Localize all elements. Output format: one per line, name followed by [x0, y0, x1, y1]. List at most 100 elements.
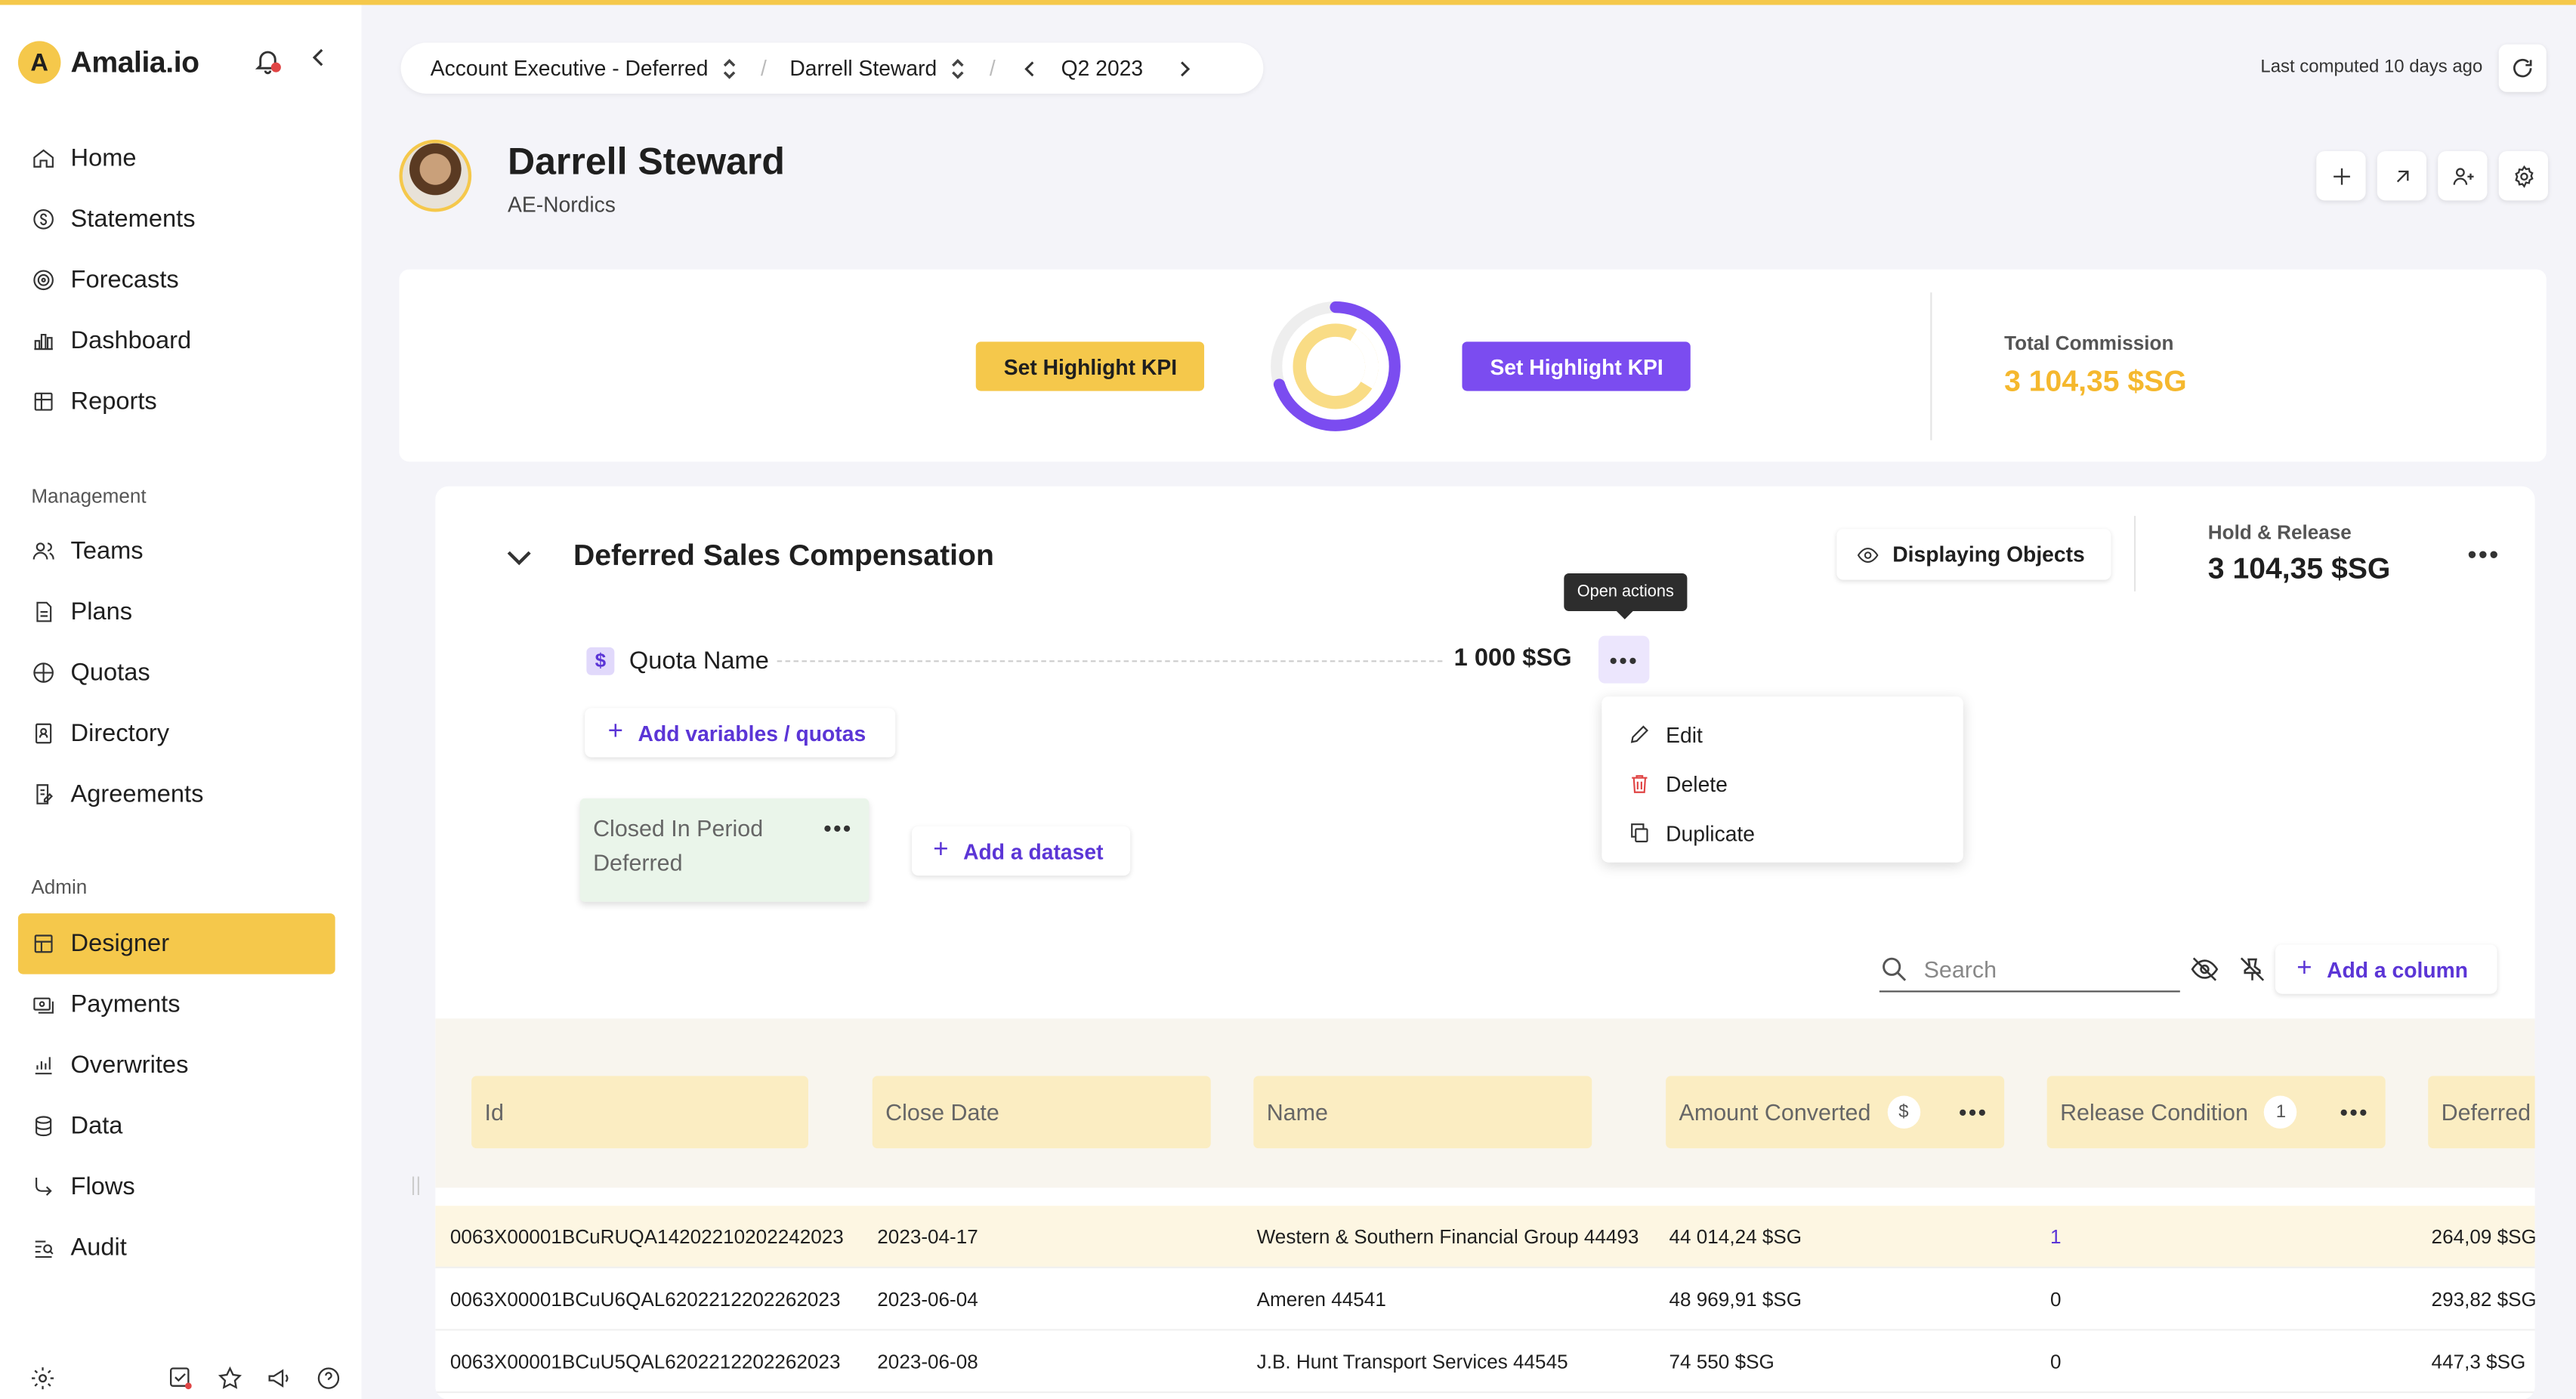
- menu-item-label: Duplicate: [1666, 820, 1756, 845]
- add-button[interactable]: [2316, 151, 2366, 201]
- eye-icon: [1857, 547, 1879, 562]
- sidebar-item-payments[interactable]: Payments: [18, 974, 335, 1035]
- column-header-id[interactable]: Id: [471, 1076, 808, 1149]
- cell-id: 0063X00001BCuRUQA14202210202242023: [449, 1225, 844, 1249]
- table-row[interactable]: 0063X00001BCuU5QAL6202212202262023 2023-…: [435, 1331, 2535, 1394]
- plan-selector[interactable]: Account Executive - Deferred: [431, 56, 738, 81]
- column-header-release[interactable]: Release Condition 1 •••: [2046, 1076, 2386, 1149]
- quota-name[interactable]: Quota Name: [629, 647, 769, 675]
- sidebar-item-agreements[interactable]: Agreements: [18, 764, 335, 824]
- pencil-icon: [1630, 725, 1649, 743]
- cell-release[interactable]: 1: [2050, 1225, 2062, 1248]
- sidebar-item-statements[interactable]: Statements: [18, 189, 335, 249]
- column-header-amount[interactable]: Amount Converted $ •••: [1666, 1076, 2005, 1149]
- sidebar-item-dashboard[interactable]: Dashboard: [18, 310, 335, 371]
- flows-icon: [36, 1177, 52, 1196]
- search-field: [1879, 947, 2180, 993]
- chevron-up-down-icon: [952, 57, 965, 79]
- cell-date: 2023-06-08: [877, 1350, 978, 1374]
- prev-period-icon[interactable]: [1018, 57, 1041, 79]
- payments-icon: [33, 997, 54, 1014]
- unpin-icon[interactable]: [2238, 955, 2267, 984]
- column-header-deferred[interactable]: Deferred: [2428, 1076, 2535, 1149]
- menu-item-edit[interactable]: Edit: [1602, 709, 1963, 758]
- filter-count-badge: 1: [2264, 1095, 2298, 1129]
- help-icon[interactable]: [316, 1365, 342, 1391]
- user-selector[interactable]: Darrell Steward: [789, 56, 966, 81]
- menu-item-duplicate[interactable]: Duplicate: [1602, 808, 1963, 857]
- nav-section-admin: Admin: [31, 876, 88, 899]
- teams-icon: [32, 542, 54, 560]
- next-period-icon[interactable]: [1172, 57, 1195, 79]
- search-input[interactable]: [1923, 955, 2170, 982]
- collapse-sidebar-icon[interactable]: [305, 45, 332, 71]
- reports-icon: [34, 392, 53, 411]
- sidebar-item-home[interactable]: Home: [18, 128, 335, 189]
- page-title: Darrell Steward: [507, 139, 785, 183]
- sidebar-item-label: Statements: [70, 205, 196, 233]
- hold-release-value: 3 104,35 $SG: [2207, 551, 2391, 585]
- sidebar-item-data[interactable]: Data: [18, 1096, 335, 1157]
- sidebar-item-directory[interactable]: Directory: [18, 703, 335, 764]
- add-column-label: Add a column: [2327, 956, 2469, 982]
- cell-deferred: 447,3 $SG: [2431, 1350, 2526, 1374]
- settings-icon[interactable]: [29, 1365, 56, 1391]
- brand[interactable]: A Amalia.io: [17, 41, 200, 84]
- table-row[interactable]: 0063X00001BCuU6QAL6202212202262023 2023-…: [435, 1268, 2535, 1331]
- chevron-up-down-icon: [723, 57, 736, 79]
- add-dataset-button[interactable]: + Add a dataset: [911, 826, 1130, 876]
- refresh-button[interactable]: [2498, 44, 2547, 92]
- add-variables-label: Add variables / quotas: [638, 720, 866, 746]
- collapse-section-icon[interactable]: [501, 539, 537, 575]
- menu-item-label: Delete: [1666, 771, 1728, 796]
- section-more-icon[interactable]: •••: [2467, 542, 2500, 572]
- megaphone-icon[interactable]: [266, 1365, 292, 1391]
- dataset-card[interactable]: Closed In Period Deferred •••: [579, 798, 869, 902]
- eye-off-icon[interactable]: [2190, 955, 2219, 984]
- column-header-label: Deferred: [2441, 1098, 2531, 1126]
- hold-release-label: Hold & Release: [2207, 520, 2352, 544]
- avatar: [399, 139, 472, 212]
- quota-row: $ Quota Name 1 000 $SG: [586, 644, 1572, 676]
- sidebar-item-teams[interactable]: Teams: [18, 520, 335, 581]
- settings-button[interactable]: [2498, 151, 2548, 201]
- set-highlight-kpi-right-button[interactable]: Set Highlight KPI: [1462, 341, 1691, 391]
- displaying-objects-button[interactable]: Displaying Objects: [1836, 529, 2111, 580]
- brand-name: Amalia.io: [70, 45, 200, 79]
- resize-handle[interactable]: ||: [411, 1173, 422, 1196]
- open-external-button[interactable]: [2377, 151, 2427, 201]
- sidebar-item-designer[interactable]: Designer: [17, 913, 335, 974]
- sidebar-item-label: Home: [70, 144, 137, 173]
- cell-release: 0: [2050, 1287, 2062, 1311]
- column-header-label: Amount Converted: [1679, 1098, 1871, 1126]
- sidebar-item-plans[interactable]: Plans: [18, 582, 335, 642]
- sidebar-item-audit[interactable]: Audit: [18, 1217, 335, 1277]
- sidebar-item-forecasts[interactable]: Forecasts: [18, 250, 335, 310]
- sidebar-item-reports[interactable]: Reports: [18, 371, 335, 431]
- sidebar-item-flows[interactable]: Flows: [18, 1157, 335, 1217]
- menu-item-delete[interactable]: Delete: [1602, 759, 1963, 808]
- dataset-name: Closed In Period: [593, 814, 764, 842]
- column-more-icon[interactable]: •••: [2340, 1099, 2369, 1126]
- directory-icon: [36, 723, 52, 744]
- sidebar-footer: [29, 1365, 341, 1391]
- star-icon[interactable]: [217, 1365, 243, 1391]
- column-more-icon[interactable]: •••: [1959, 1099, 1988, 1126]
- set-highlight-kpi-left-button[interactable]: Set Highlight KPI: [975, 341, 1206, 391]
- add-column-button[interactable]: + Add a column: [2275, 944, 2498, 994]
- column-header-name[interactable]: Name: [1253, 1076, 1592, 1149]
- sidebar-item-overwrites[interactable]: Overwrites: [18, 1035, 335, 1095]
- add-user-button[interactable]: [2438, 151, 2488, 201]
- period-label[interactable]: Q2 2023: [1061, 56, 1143, 81]
- sidebar-item-label: Agreements: [70, 780, 204, 808]
- table-row[interactable]: 0063X00001BCuRUQA14202210202242023 2023-…: [435, 1206, 2535, 1268]
- nav-admin: Designer Payments Overwrites Data Flows …: [17, 913, 335, 1278]
- add-variables-button[interactable]: + Add variables / quotas: [585, 708, 896, 758]
- sidebar-item-label: Audit: [70, 1234, 127, 1262]
- gear-icon: [2514, 164, 2533, 187]
- sidebar-item-quotas[interactable]: Quotas: [18, 642, 335, 703]
- tasks-icon[interactable]: [168, 1365, 194, 1391]
- column-header-close-date[interactable]: Close Date: [872, 1076, 1211, 1149]
- dataset-more-icon[interactable]: •••: [823, 811, 853, 846]
- quota-actions-button[interactable]: •••: [1598, 635, 1650, 684]
